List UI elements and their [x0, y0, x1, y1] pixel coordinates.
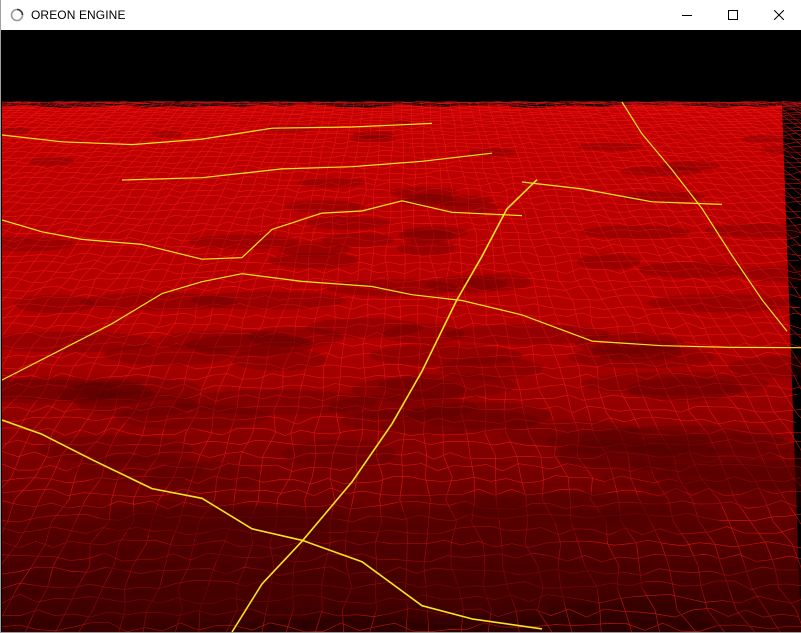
maximize-icon: [728, 10, 738, 20]
terrain-shadow: [578, 142, 644, 151]
terrain-shadow: [439, 357, 543, 380]
terrain-shadow: [305, 216, 391, 230]
terrain-shadow: [620, 191, 705, 203]
terrain-shadow: [389, 120, 413, 127]
title-bar[interactable]: OREON ENGINE: [1, 0, 801, 30]
terrain-shadow: [741, 135, 792, 143]
terrain-scene: [2, 30, 801, 632]
terrain-shadow: [2, 127, 31, 135]
terrain-shadow: [189, 234, 300, 249]
window-controls: [664, 0, 801, 30]
terrain-shadow: [581, 225, 691, 239]
terrain-shadow: [284, 200, 365, 213]
terrain-shadow: [104, 344, 232, 366]
terrain-shadow: [151, 130, 183, 138]
close-icon: [774, 10, 784, 20]
terrain-shadow: [382, 323, 465, 344]
terrain-shadow: [14, 294, 95, 314]
terrain-shadow: [351, 377, 466, 402]
terrain-shadow: [581, 371, 769, 396]
terrain-shadow: [297, 177, 366, 188]
terrain-shadow: [620, 166, 703, 176]
terrain-shadow: [230, 348, 327, 371]
terrain-shadow: [340, 408, 541, 434]
minimize-button[interactable]: [664, 0, 710, 30]
close-button[interactable]: [756, 0, 801, 30]
maximize-button[interactable]: [710, 0, 756, 30]
render-viewport[interactable]: [2, 30, 801, 632]
terrain-shadow: [638, 262, 745, 278]
loading-ring-icon: [10, 8, 24, 22]
terrain-shadow: [577, 254, 641, 270]
terrain-shadow: [28, 157, 75, 166]
window-title: OREON ENGINE: [31, 8, 126, 22]
terrain-shadow: [282, 440, 397, 469]
terrain-shadow: [269, 559, 486, 596]
terrain-shadow: [453, 491, 669, 523]
terrain-shadow: [558, 443, 678, 472]
app-window: OREON ENGINE: [0, 0, 801, 633]
minimize-icon: [682, 15, 692, 16]
terrain-shadow: [401, 226, 468, 240]
terrain-shadow: [646, 294, 793, 313]
terrain-shadow: [396, 241, 457, 256]
terrain-shadow: [349, 135, 397, 143]
terrain-shadow: [115, 403, 269, 430]
